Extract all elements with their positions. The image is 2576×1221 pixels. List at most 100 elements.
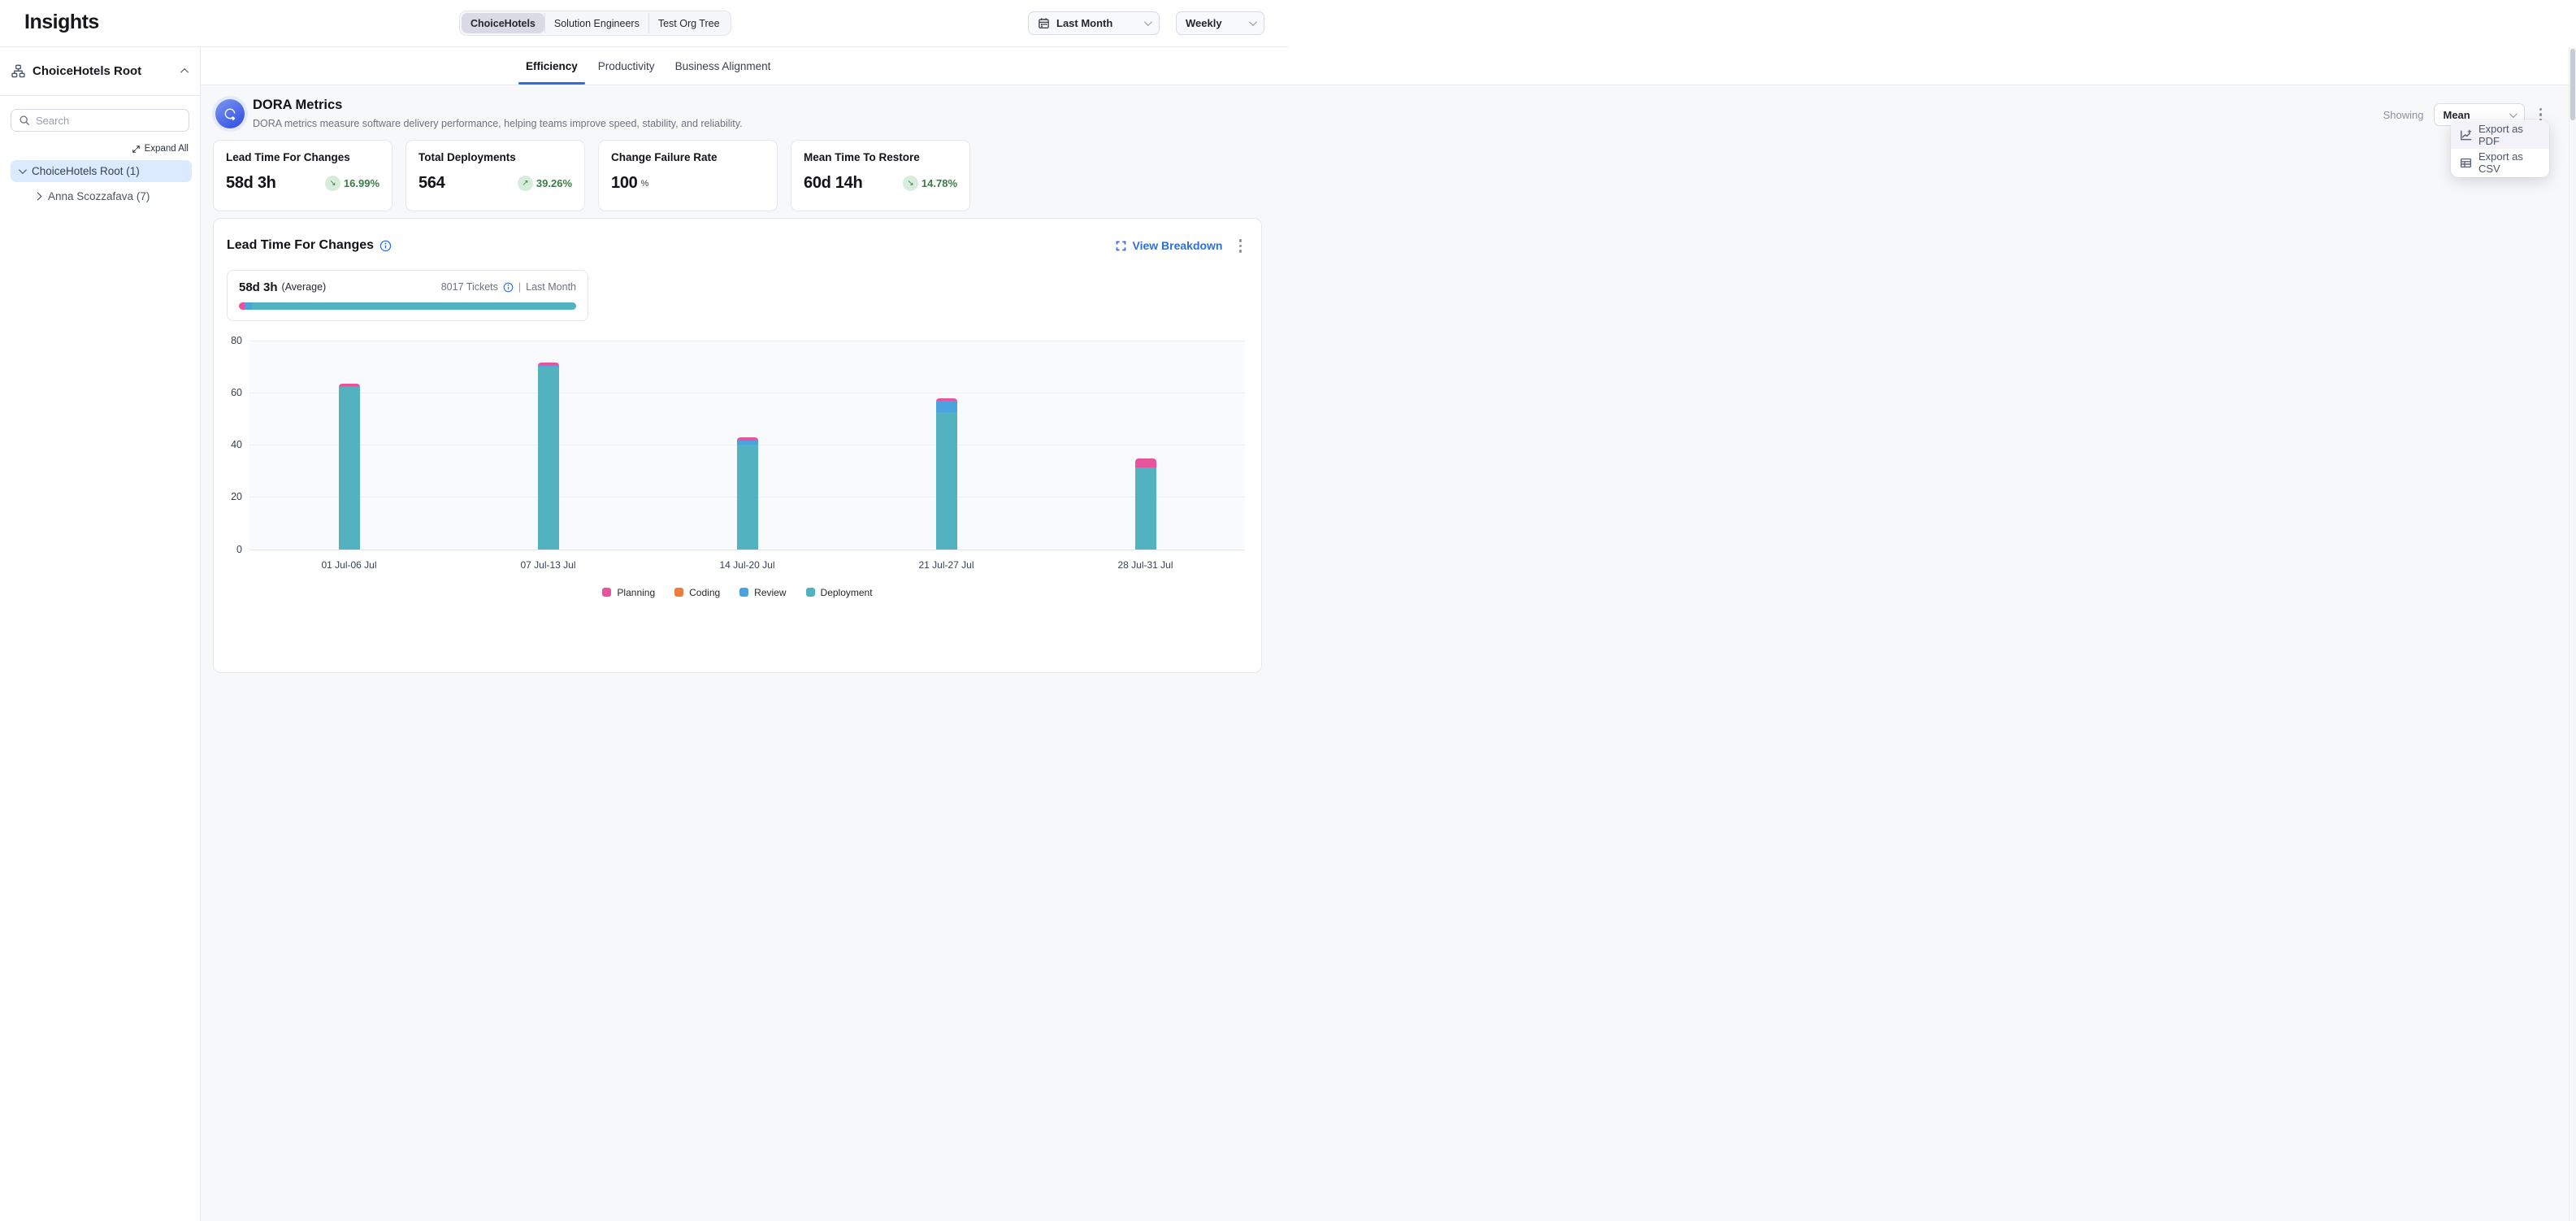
bar-21-jul-27-jul[interactable] <box>936 398 957 550</box>
menu-item-export-as-csv[interactable]: Export as CSV <box>2451 149 2549 176</box>
chevron-down-icon <box>1249 18 1257 26</box>
legend-label: Coding <box>689 587 720 598</box>
org-tab-solution-engineers[interactable]: Solution Engineers <box>544 13 648 33</box>
tree-item[interactable]: ChoiceHotels Root (1) <box>11 160 192 182</box>
view-breakdown-label: View Breakdown <box>1132 239 1222 252</box>
trend-value: 16.99% <box>344 177 379 189</box>
menu-item-export-as-pdf[interactable]: Export as PDF <box>2451 121 2549 149</box>
trend-up-icon: ↗ <box>518 176 533 191</box>
bar-segment-review <box>936 401 957 412</box>
chart-plot-area <box>249 341 1245 550</box>
date-range-select[interactable]: Last Month <box>1028 11 1160 35</box>
info-icon[interactable] <box>503 282 514 293</box>
legend-item-planning[interactable]: Planning <box>602 587 655 598</box>
org-tab-choicehotels[interactable]: ChoiceHotels <box>462 13 544 33</box>
expand-all-icon <box>132 145 141 154</box>
legend-label: Review <box>754 587 786 598</box>
bar-segment-deployment <box>1135 468 1156 550</box>
chart-legend: Planning Coding Review Deployment <box>214 587 1261 598</box>
view-breakdown-button[interactable]: View Breakdown <box>1116 239 1222 252</box>
chart-y-axis: 020406080 <box>223 341 249 550</box>
tab-efficiency[interactable]: Efficiency <box>524 47 579 85</box>
legend-item-deployment[interactable]: Deployment <box>806 587 873 598</box>
x-tick-label: 21 Jul-27 Jul <box>918 559 974 571</box>
tickets-count: 8017 Tickets <box>441 281 498 293</box>
panel-header: Lead Time For Changes View Breakdown <box>214 219 1261 256</box>
top-controls: Last Month Weekly <box>1028 11 1264 35</box>
org-switcher: ChoiceHotelsSolution EngineersTest Org T… <box>459 11 731 36</box>
card-value: 100 <box>611 174 637 193</box>
card-title: Mean Time To Restore <box>804 151 957 163</box>
y-tick-label: 40 <box>231 439 242 450</box>
tree-item-label: Anna Scozzafava (7) <box>48 190 150 202</box>
bar-01-jul-06-jul[interactable] <box>339 384 360 550</box>
scrollbar-thumb[interactable] <box>2570 49 2575 120</box>
showing-label: Showing <box>2383 109 2424 121</box>
lead-time-panel: Lead Time For Changes View Breakdown <box>213 218 1262 673</box>
expand-corners-icon <box>1116 241 1126 251</box>
tab-productivity[interactable]: Productivity <box>596 47 657 85</box>
top-bar: Insights ChoiceHotelsSolution EngineersT… <box>0 0 1288 47</box>
aggregation-value: Mean <box>2444 109 2503 121</box>
average-summary-card: 58d 3h (Average) 8017 Tickets | Last Mon… <box>227 270 588 321</box>
metric-card-change-failure-rate: Change Failure Rate100% <box>598 140 778 211</box>
bar-28-jul-31-jul[interactable] <box>1135 458 1156 550</box>
search-icon <box>19 115 30 126</box>
search-input[interactable] <box>36 115 181 127</box>
trend-value: 14.78% <box>922 177 957 189</box>
panel-title: Lead Time For Changes <box>227 238 374 253</box>
metric-cards: Lead Time For Changes 58d 3h ↘ 16.99% Total … <box>213 140 970 211</box>
tree-item[interactable]: Anna Scozzafava (7) <box>27 185 192 207</box>
average-label: (Average) <box>282 281 327 293</box>
legend-item-coding[interactable]: Coding <box>674 587 720 598</box>
expand-all-label: Expand All <box>145 144 189 154</box>
bar-segment-deployment <box>339 387 360 549</box>
chevron-down-icon[interactable] <box>19 166 27 174</box>
collapse-chevron-icon[interactable] <box>180 68 189 76</box>
chevron-down-icon <box>1144 18 1152 26</box>
phase-distribution-bar <box>239 302 576 310</box>
legend-swatch <box>674 588 683 597</box>
org-tree-sidebar: ChoiceHotels Root Expand All ChoiceHotel… <box>0 47 201 1221</box>
bar-07-jul-13-jul[interactable] <box>538 363 559 550</box>
metric-tabs: Efficiency Productivity Business Alignment <box>201 47 2576 85</box>
page-scrollbar[interactable] <box>2569 47 2576 1221</box>
card-value: 60d 14h <box>804 174 862 193</box>
info-icon[interactable] <box>379 240 392 252</box>
sidebar-header[interactable]: ChoiceHotels Root <box>0 47 200 96</box>
dora-header: DORA Metrics DORA metrics measure softwa… <box>201 85 2576 129</box>
sidebar-title: ChoiceHotels Root <box>33 64 176 78</box>
trend-value: 39.26% <box>536 177 572 189</box>
card-title: Lead Time For Changes <box>226 151 379 163</box>
page-title: Insights <box>24 11 99 34</box>
chart-export-icon <box>2460 129 2472 141</box>
card-title: Total Deployments <box>418 151 572 163</box>
legend-swatch <box>602 588 611 597</box>
metric-card-lead-time-for-changes: Lead Time For Changes 58d 3h ↘ 16.99% <box>213 140 392 211</box>
card-value: 58d 3h <box>226 174 276 193</box>
org-tab-test-org-tree[interactable]: Test Org Tree <box>648 13 729 33</box>
bar-14-jul-20-jul[interactable] <box>737 437 758 549</box>
panel-actions: View Breakdown <box>1116 236 1247 256</box>
lead-time-chart: 020406080 <box>223 341 1245 550</box>
expand-all-button[interactable]: Expand All <box>0 144 189 154</box>
x-tick-label: 07 Jul-13 Jul <box>520 559 575 571</box>
trend-down-icon: ↘ <box>903 176 918 191</box>
panel-kebab-menu-button[interactable] <box>1234 236 1247 256</box>
dora-text: DORA Metrics DORA metrics measure softwa… <box>253 96 2383 129</box>
chart-x-axis: 01 Jul-06 Jul07 Jul-13 Jul14 Jul-20 Jul2… <box>249 556 1245 574</box>
chevron-right-icon[interactable] <box>34 193 42 201</box>
menu-item-label: Export as PDF <box>2478 123 2540 147</box>
granularity-value: Weekly <box>1186 17 1242 29</box>
sidebar-search[interactable] <box>11 109 189 132</box>
metric-card-mean-time-to-restore: Mean Time To Restore 60d 14h ↘ 14.78% <box>791 140 970 211</box>
tab-business-alignment[interactable]: Business Alignment <box>674 47 773 85</box>
y-tick-label: 60 <box>231 387 242 398</box>
legend-item-review[interactable]: Review <box>739 587 786 598</box>
tree-item-label: ChoiceHotels Root (1) <box>32 165 140 177</box>
x-tick-label: 01 Jul-06 Jul <box>321 559 376 571</box>
dora-description: DORA metrics measure software delivery p… <box>253 118 2383 129</box>
dora-title: DORA Metrics <box>253 98 2383 113</box>
trend-down-icon: ↘ <box>325 176 340 191</box>
granularity-select[interactable]: Weekly <box>1176 11 1264 35</box>
